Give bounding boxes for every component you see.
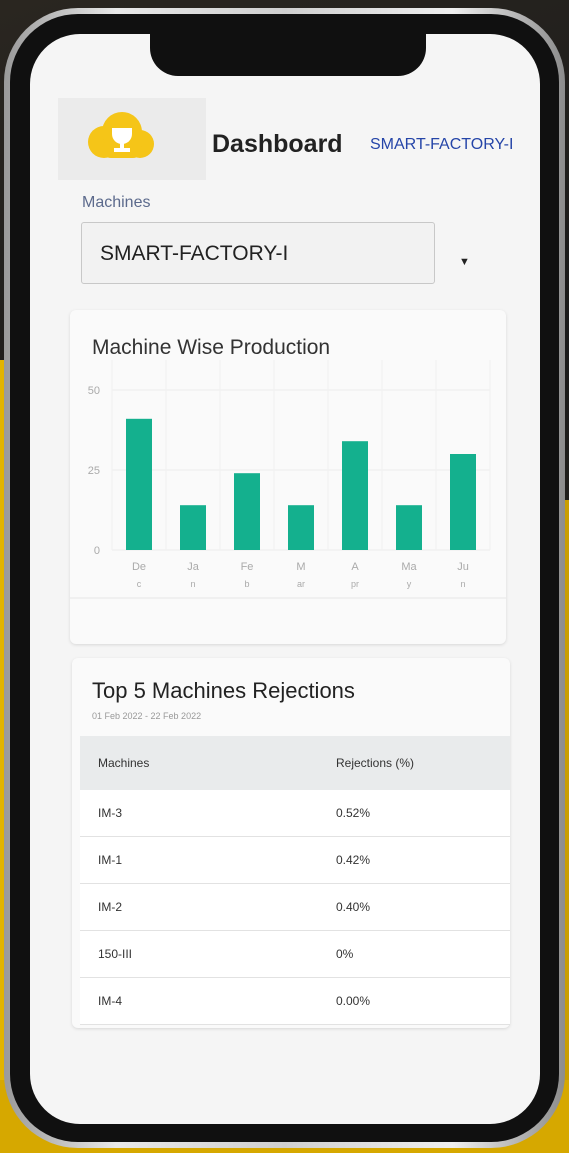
rejections-date-range: 01 Feb 2022 - 22 Feb 2022 (92, 711, 202, 721)
machine-cell: IM-2 (98, 900, 122, 914)
table-row[interactable]: IM-1 0.42% (80, 837, 510, 884)
x-tick-label: y (407, 579, 412, 589)
bar-jan (180, 505, 206, 550)
x-tick-label: De (132, 561, 146, 573)
table-row[interactable]: IM-4 0.00% (80, 978, 510, 1025)
y-tick-label: 50 (88, 385, 100, 397)
column-header-machines: Machines (98, 756, 150, 770)
bar-apr (342, 441, 368, 550)
page-title: Dashboard (212, 130, 343, 158)
x-tick-label: A (351, 561, 359, 573)
bar-feb (234, 473, 260, 550)
y-tick-label: 0 (94, 545, 100, 557)
production-bar-chart: 0 25 50 De c Ja n Fe b Mar Apr Ma y Ju n (70, 360, 506, 599)
x-tick-label: M (296, 561, 305, 573)
x-tick-label: pr (351, 579, 359, 589)
rejections-card: Top 5 Machines Rejections 01 Feb 2022 - … (72, 658, 510, 1028)
cloud-trophy-logo-icon (88, 112, 154, 158)
factory-link[interactable]: SMART-FACTORY-I (370, 136, 513, 154)
machine-cell: IM-1 (98, 853, 122, 867)
y-tick-label: 25 (88, 465, 100, 477)
x-tick-label: Ju (457, 561, 469, 573)
rejection-cell: 0.42% (336, 853, 371, 867)
machine-cell: IM-4 (98, 994, 122, 1008)
x-tick-label: Ja (187, 561, 200, 573)
machine-cell: IM-3 (98, 806, 122, 820)
x-tick-label: ar (297, 579, 305, 589)
x-tick-label: c (137, 579, 142, 589)
bar-mar (288, 505, 314, 550)
phone-notch (150, 34, 426, 76)
bar-dec (126, 418, 152, 550)
bar-jun (450, 454, 476, 550)
column-header-rejections: Rejections (%) (336, 756, 415, 770)
rejection-cell: 0% (336, 947, 354, 961)
rejection-cell: 0.00% (336, 994, 371, 1008)
x-tick-label: b (244, 579, 249, 589)
machines-select-value: SMART-FACTORY-I (100, 242, 289, 265)
bar-may (396, 505, 422, 550)
dropdown-arrow-icon[interactable]: ▼ (459, 256, 470, 268)
app-screen: Dashboard SMART-FACTORY-I Machines SMART… (30, 34, 540, 1124)
table-row[interactable]: 150-III 0% (80, 931, 510, 978)
table-header: Machines Rejections (%) (80, 736, 510, 790)
machines-select[interactable]: SMART-FACTORY-I (81, 222, 435, 284)
machine-cell: 150-III (98, 947, 133, 961)
rejections-title: Top 5 Machines Rejections (92, 678, 355, 703)
rejection-cell: 0.40% (336, 900, 371, 914)
x-tick-label: Fe (241, 561, 254, 573)
x-tick-label: n (190, 579, 195, 589)
machines-label: Machines (82, 194, 151, 211)
x-tick-label: n (460, 579, 465, 589)
rejections-table: Machines Rejections (%) IM-3 0.52% IM-1 … (80, 736, 510, 1025)
rejection-cell: 0.52% (336, 806, 371, 820)
table-row[interactable]: IM-3 0.52% (80, 790, 510, 837)
table-row[interactable]: IM-2 0.40% (80, 884, 510, 931)
production-chart-card: Machine Wise Production 0 25 50 De c Ja n Fe b Ma… (70, 310, 506, 644)
x-tick-label: Ma (401, 561, 417, 573)
